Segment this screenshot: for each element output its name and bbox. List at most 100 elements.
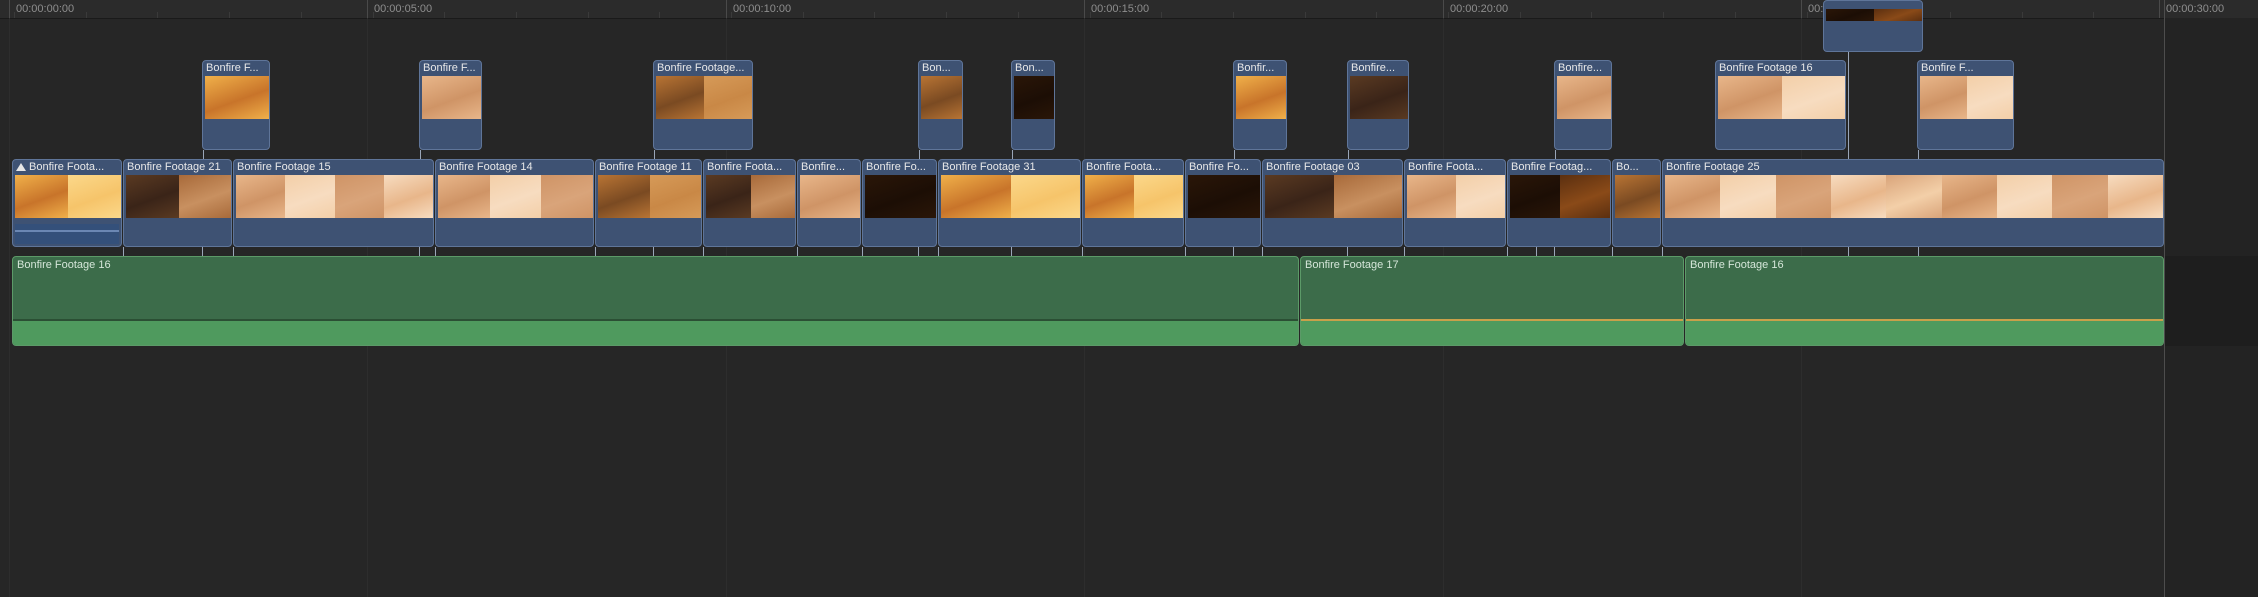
connection-tick	[938, 247, 939, 256]
clip-name: Bonfire F...	[1921, 62, 1974, 74]
clip-name-text: Bonfire Footage 15	[237, 161, 331, 173]
timeline-end-audio-band	[2165, 256, 2258, 346]
clip-filmstrip	[1188, 175, 1260, 218]
ruler-timecode-label: 00:00:10:00	[733, 3, 792, 15]
clip-name-text: Bonfire Footage 11	[599, 161, 692, 173]
primary-clip[interactable]: Bonfire Foota...	[12, 159, 122, 247]
clip-name-text: Bonfire Footage 21	[127, 161, 221, 173]
ruler-minor-tick	[2022, 12, 2023, 18]
connected-clip[interactable]: Bonfire...	[1554, 60, 1612, 150]
clip-name: Bonfire Fo...	[866, 161, 934, 174]
connection-tick	[1507, 247, 1508, 256]
ruler-minor-tick	[1807, 12, 1808, 18]
connection-line	[1348, 150, 1349, 159]
ruler-minor-tick	[946, 12, 947, 18]
clip-filmstrip	[865, 175, 936, 218]
clip-name-text: Bonfire Foota...	[1408, 161, 1484, 173]
clip-filmstrip	[706, 175, 795, 218]
audio-waveform	[13, 321, 1298, 345]
filmstrip-frame	[1333, 175, 1402, 218]
audio-clip[interactable]: Bonfire Footage 16	[1685, 256, 2164, 346]
ruler-major-tick	[1084, 0, 1085, 18]
primary-clip[interactable]: Bonfire Footage 11	[595, 159, 702, 247]
filmstrip-frame	[1510, 175, 1561, 218]
timeline[interactable]: 00:00:00:00 00:00:05:00 00:00:10:00 00:00:1…	[0, 0, 2258, 597]
clip-name: Bonfire Foota...	[16, 161, 119, 174]
ruler-minor-tick	[588, 12, 589, 18]
clip-name-text: Bonfire...	[801, 161, 846, 173]
connection-tick	[862, 247, 863, 256]
clip-name: Bon...	[1015, 62, 1044, 74]
connection-line	[420, 150, 421, 159]
primary-clip[interactable]: Bonfire...	[797, 159, 861, 247]
connected-clip[interactable]: Bon...	[1011, 60, 1055, 150]
connection-tick	[1554, 247, 1555, 256]
clip-name: Bonfire Footage 03	[1266, 161, 1400, 174]
filmstrip-frame	[649, 175, 701, 218]
ruler-minor-tick	[1161, 12, 1162, 18]
ruler-minor-tick	[1376, 12, 1377, 18]
ruler-minor-tick	[1591, 12, 1592, 18]
clip-name: Bonfire Footage 31	[942, 161, 1078, 174]
clip-filmstrip	[1826, 9, 1922, 21]
ruler-minor-tick	[1090, 12, 1091, 18]
filmstrip-frame	[205, 76, 269, 119]
primary-clip[interactable]: Bonfire Foota...	[703, 159, 796, 247]
clip-filmstrip	[1014, 76, 1054, 119]
connection-line	[1234, 150, 1235, 159]
filmstrip-frame	[941, 175, 1012, 218]
connected-clip[interactable]: Bonfir...	[1233, 60, 1287, 150]
clip-name: Bonfir...	[1237, 62, 1275, 74]
connected-clip[interactable]	[1823, 0, 1923, 52]
connected-clip[interactable]: Bonfire Footage 16	[1715, 60, 1846, 150]
connected-clip[interactable]: Bonfire...	[1347, 60, 1409, 150]
connected-clip[interactable]: Bon...	[918, 60, 963, 150]
audio-clip[interactable]: Bonfire Footage 17	[1300, 256, 1684, 346]
filmstrip-frame	[704, 76, 752, 119]
audio-role-flag-icon	[16, 163, 26, 171]
connection-line	[919, 150, 920, 159]
clip-name: Bonfire Footage 17	[1305, 259, 1399, 271]
filmstrip-frame	[1718, 76, 1783, 119]
primary-clip[interactable]: Bonfire Footage 31	[938, 159, 1081, 247]
audio-waveform	[1686, 321, 2163, 345]
primary-clip[interactable]: Bonfire Footag...	[1507, 159, 1611, 247]
primary-clip[interactable]: Bonfire Foota...	[1082, 159, 1184, 247]
filmstrip-frame	[750, 175, 795, 218]
filmstrip-frame	[1874, 9, 1922, 21]
primary-clip[interactable]: Bo...	[1612, 159, 1661, 247]
clip-filmstrip	[921, 76, 962, 119]
clip-name: Bonfire Footage 11	[599, 161, 699, 174]
primary-clip[interactable]: Bonfire Footage 15	[233, 159, 434, 247]
clip-filmstrip	[1920, 76, 2013, 119]
primary-clip[interactable]: Bonfire Footage 03	[1262, 159, 1403, 247]
filmstrip-frame	[1188, 175, 1260, 218]
primary-clip[interactable]: Bonfire Fo...	[862, 159, 937, 247]
connection-line	[654, 150, 655, 159]
clip-name-text: Bonfire Footage 03	[1266, 161, 1360, 173]
filmstrip-frame	[1407, 175, 1457, 218]
clip-name: Bonfire...	[801, 161, 858, 174]
filmstrip-frame	[2052, 175, 2109, 218]
ruler-minor-tick	[1950, 12, 1951, 18]
clip-name: Bonfire F...	[206, 62, 259, 74]
ruler-major-tick	[726, 0, 727, 18]
ruler-minor-tick	[373, 12, 374, 18]
clip-name: Bonfire...	[1351, 62, 1396, 74]
connected-clip[interactable]: Bonfire F...	[1917, 60, 2014, 150]
connected-clip[interactable]: Bonfire F...	[419, 60, 482, 150]
connected-clip[interactable]: Bonfire Footage...	[653, 60, 753, 150]
filmstrip-frame	[1920, 76, 1968, 119]
connected-clip[interactable]: Bonfire F...	[202, 60, 270, 150]
primary-clip[interactable]: Bonfire Footage 14	[435, 159, 594, 247]
ruler-major-tick	[1801, 0, 1802, 18]
filmstrip-frame	[1236, 76, 1286, 119]
primary-clip[interactable]: Bonfire Fo...	[1185, 159, 1261, 247]
primary-clip[interactable]: Bonfire Footage 25	[1662, 159, 2164, 247]
connection-tick	[1347, 247, 1348, 256]
primary-clip[interactable]: Bonfire Foota...	[1404, 159, 1506, 247]
primary-clip[interactable]: Bonfire Footage 21	[123, 159, 232, 247]
clip-filmstrip	[1557, 76, 1611, 119]
filmstrip-frame	[656, 76, 705, 119]
audio-clip[interactable]: Bonfire Footage 16	[12, 256, 1299, 346]
